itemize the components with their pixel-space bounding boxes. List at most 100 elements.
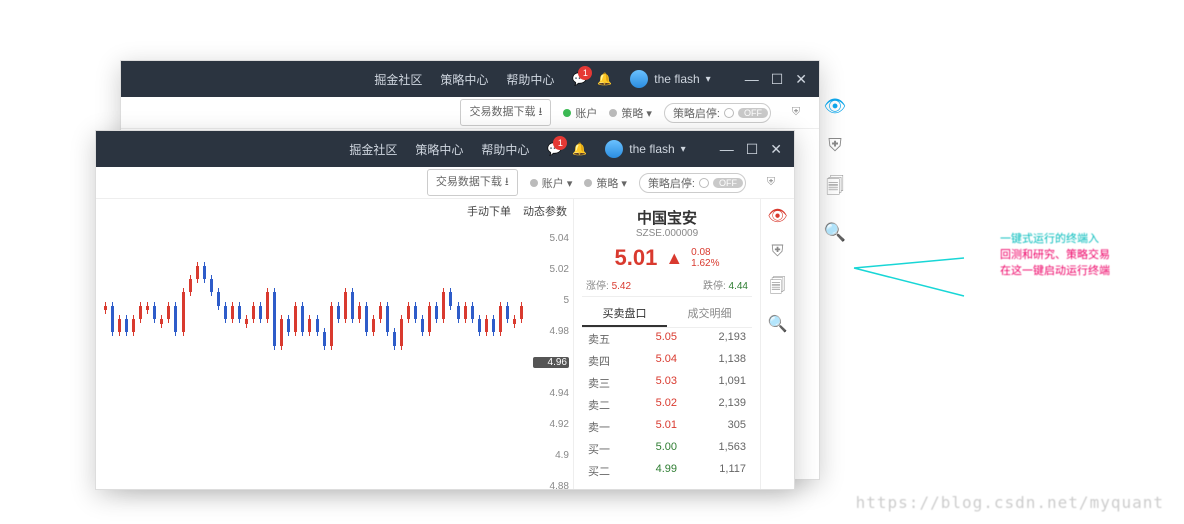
orderbook-row: 卖三5.031,091 (582, 372, 752, 394)
watermark: https://blog.csdn.net/myquant (856, 493, 1164, 512)
change-pct: 1.62% (691, 258, 719, 269)
ob-price: 5.05 (637, 331, 677, 347)
account-indicator[interactable]: 账户 (563, 105, 597, 121)
stock-code: SZSE.000009 (582, 228, 752, 239)
nav-community[interactable]: 掘金社区 (374, 71, 422, 88)
strategy-indicator[interactable]: 策略 ▾ (609, 105, 652, 121)
candle (520, 306, 523, 319)
maximize-icon[interactable]: ☐ (746, 141, 759, 158)
close-icon[interactable]: ✕ (770, 141, 782, 158)
nav-community-2[interactable]: 掘金社区 (349, 141, 397, 158)
candle (238, 306, 241, 319)
strategy-toggle-2[interactable]: 策略启停:OFF (639, 173, 746, 193)
download-button-2[interactable]: 交易数据下载 ⭳ (427, 169, 518, 196)
candle (308, 319, 311, 332)
user-menu-2[interactable]: the flash ▾ (605, 140, 685, 158)
candle (442, 292, 445, 319)
chevron-down-icon: ▾ (681, 144, 686, 155)
close-icon[interactable]: ✕ (795, 71, 807, 88)
candle (330, 306, 333, 346)
nav-help-2[interactable]: 帮助中心 (481, 141, 529, 158)
change-abs: 0.08 (691, 247, 719, 258)
nav-help[interactable]: 帮助中心 (506, 71, 554, 88)
limit-up-label: 涨停: (586, 281, 609, 292)
magnify-icon[interactable]: 🔍 (824, 222, 846, 243)
candle (139, 306, 142, 319)
candle (485, 319, 488, 332)
username-2: the flash (629, 142, 674, 156)
candle (125, 319, 128, 332)
stock-price: 5.01 (614, 245, 657, 271)
ob-label: 卖一 (588, 419, 618, 435)
account-indicator-2[interactable]: 账户 ▾ (530, 175, 573, 191)
shield-outline-icon[interactable]: ⛨ (828, 135, 842, 156)
candle (301, 306, 304, 333)
y-tick: 5 (533, 295, 569, 306)
toolbar-back: 交易数据下载 ⭳ 账户 策略 ▾ 策略启停:OFF ⛨ (121, 97, 819, 129)
candle (104, 306, 107, 311)
shield-outline-icon[interactable]: ⛨ (767, 241, 789, 263)
orderbook-row: 卖五5.052,193 (582, 328, 752, 350)
tab-dyn-params[interactable]: 动态参数 (523, 203, 567, 219)
ob-qty: 305 (696, 419, 746, 435)
orderbook-row: 买二 4.99 1,117 (582, 460, 752, 482)
y-tick: 5.04 (533, 233, 569, 244)
minimize-icon[interactable]: — (745, 71, 759, 88)
candle (421, 319, 424, 332)
ob-qty: 2,139 (696, 397, 746, 413)
note-icon[interactable]: 🗐 (767, 277, 789, 299)
candle (132, 319, 135, 332)
minimize-icon[interactable]: — (720, 141, 734, 158)
tab-orderbook[interactable]: 买卖盘口 (582, 301, 667, 327)
limit-dn-value: 4.44 (729, 281, 748, 292)
tab-ticks[interactable]: 成交明细 (667, 301, 752, 327)
ob-price: 5.04 (637, 353, 677, 369)
candle (337, 306, 340, 319)
candle (358, 306, 361, 319)
candle (365, 306, 368, 333)
candle (428, 306, 431, 333)
y-tick: 4.98 (533, 326, 569, 337)
shield-icon[interactable]: ⛨ (783, 106, 809, 119)
candle (252, 306, 255, 319)
candle (400, 319, 403, 346)
download-button[interactable]: 交易数据下载 ⭳ (460, 99, 551, 126)
candle (182, 292, 185, 332)
candle (245, 319, 248, 324)
bell-icon[interactable]: 🔔 (572, 142, 587, 156)
nav-strategy-2[interactable]: 策略中心 (415, 141, 463, 158)
candle (231, 306, 234, 319)
eye-icon[interactable]: 👁 (767, 205, 789, 227)
candle (457, 306, 460, 319)
bell-icon[interactable]: 🔔 (597, 72, 612, 86)
ob-qty: 1,117 (696, 463, 746, 479)
y-tick: 4.88 (533, 481, 569, 492)
chart-y-axis: 5.045.0254.984.964.944.924.94.88 (533, 233, 569, 481)
candle (118, 319, 121, 332)
strategy-indicator-2[interactable]: 策略 ▾ (584, 175, 627, 191)
ob-price: 5.01 (637, 419, 677, 435)
ob-price: 4.99 (637, 463, 677, 479)
candle (449, 292, 452, 305)
candle (203, 266, 206, 279)
user-menu[interactable]: the flash ▾ (630, 70, 710, 88)
candle (379, 306, 382, 319)
stock-info-panel: 中国宝安 SZSE.000009 5.01 ▲ 0.08 1.62% 涨停: 5… (574, 199, 760, 489)
annotation-text: 一键式运行的终端入 回测和研究、策略交易 在这一键启动运行终端 (1000, 230, 1110, 278)
ob-label: 买二 (588, 463, 618, 479)
strategy-toggle[interactable]: 策略启停:OFF (664, 103, 771, 123)
note-icon[interactable]: 🗐 (826, 174, 844, 204)
chevron-down-icon: ▾ (706, 74, 711, 85)
eye-icon[interactable]: 👁 (824, 96, 847, 117)
candle (259, 306, 262, 319)
nav-strategy[interactable]: 策略中心 (440, 71, 488, 88)
candle (393, 332, 396, 345)
magnify-icon[interactable]: 🔍 (767, 313, 789, 335)
tab-manual-order[interactable]: 手动下单 (467, 203, 511, 219)
chart-pane[interactable]: 手动下单 动态参数 5.045.0254.984.964.944.924.94.… (96, 199, 574, 489)
ob-label: 卖二 (588, 397, 618, 413)
candle (435, 306, 438, 319)
shield-icon-2[interactable]: ⛨ (758, 176, 784, 189)
candle (287, 319, 290, 332)
maximize-icon[interactable]: ☐ (771, 71, 784, 88)
